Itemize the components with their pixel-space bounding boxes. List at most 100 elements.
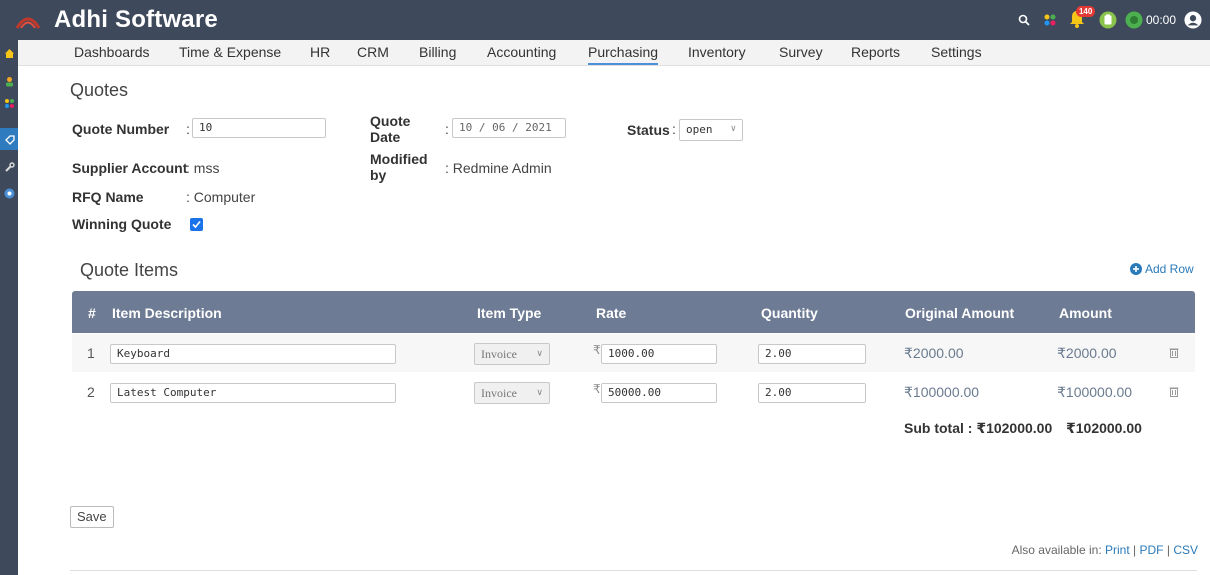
- rupee-icon: ₹: [593, 382, 601, 396]
- notification-badge: 140: [1075, 6, 1096, 17]
- csv-link[interactable]: CSV: [1173, 543, 1198, 557]
- page-title: Quotes: [70, 80, 129, 100]
- add-row-button[interactable]: Add Row: [1130, 262, 1194, 276]
- col-original-amount: Original Amount: [905, 305, 1015, 321]
- check-icon: [192, 220, 201, 229]
- rfq-name-label: RFQ Name: [72, 189, 144, 205]
- nav-hr[interactable]: HR: [310, 44, 330, 60]
- quote-date-input[interactable]: 10 / 06 / 2021: [452, 118, 566, 138]
- nav-crm[interactable]: CRM: [357, 44, 389, 60]
- table-row: 2 Latest Computer Invoice ∨ ₹ 50000.00 2…: [72, 373, 1195, 411]
- item-description-input[interactable]: Latest Computer: [110, 383, 396, 403]
- chevron-down-icon: ∨: [536, 348, 543, 358]
- amount: ₹2000.00: [1057, 345, 1117, 361]
- apps-icon[interactable]: [1041, 11, 1059, 29]
- item-type-select[interactable]: Invoice ∨: [474, 382, 550, 404]
- help-icon: [4, 188, 14, 198]
- header-actions: 140 00:00: [1015, 6, 1202, 34]
- sidebar-item-users[interactable]: [0, 70, 18, 92]
- sidebar-item-help[interactable]: [0, 182, 18, 204]
- nav-billing[interactable]: Billing: [419, 44, 456, 60]
- status-label: Status: [627, 122, 670, 138]
- notifications-button[interactable]: 140: [1067, 6, 1096, 31]
- quantity-input[interactable]: 2.00: [758, 383, 866, 403]
- nav-reports[interactable]: Reports: [851, 44, 900, 60]
- rate-input[interactable]: 50000.00: [601, 383, 717, 403]
- chevron-down-icon: ∨: [536, 387, 543, 397]
- item-type-select[interactable]: Invoice ∨: [474, 343, 550, 365]
- sidebar-item-home[interactable]: [0, 42, 18, 64]
- app-title: Adhi Software: [54, 6, 218, 33]
- modified-by-value: : Redmine Admin: [445, 160, 552, 176]
- quantity-input[interactable]: 2.00: [758, 344, 866, 364]
- quote-date-colon: :: [445, 121, 449, 137]
- nav-inventory[interactable]: Inventory: [688, 44, 746, 60]
- main-nav: Dashboards Time & Expense HR CRM Billing…: [18, 40, 1210, 66]
- status-colon: :: [672, 121, 676, 137]
- divider: [70, 570, 1197, 571]
- quote-number-colon: :: [186, 121, 190, 137]
- separator: |: [1166, 543, 1170, 557]
- timer-icon: [1125, 11, 1143, 29]
- timer-value: 00:00: [1145, 13, 1176, 27]
- table-row: 1 Keyboard Invoice ∨ ₹ 1000.00 2.00 ₹200…: [72, 334, 1195, 372]
- apps-icon: [4, 98, 14, 108]
- supplier-label: Supplier Account: [72, 160, 188, 176]
- chevron-down-icon: ∨: [730, 124, 736, 134]
- col-num: #: [88, 305, 96, 321]
- sidebar-item-apps[interactable]: [0, 92, 18, 114]
- original-amount: ₹100000.00: [904, 384, 980, 400]
- trash-icon[interactable]: [1169, 385, 1179, 400]
- original-amount: ₹2000.00: [904, 345, 964, 361]
- top-header: Adhi Software 140 00:00: [0, 0, 1210, 40]
- item-description-input[interactable]: Keyboard: [110, 344, 396, 364]
- search-icon[interactable]: [1015, 11, 1033, 29]
- nav-settings[interactable]: Settings: [931, 44, 982, 60]
- sidebar-item-purchasing[interactable]: [0, 128, 18, 150]
- row-number: 2: [87, 384, 95, 400]
- clipboard-icon[interactable]: [1099, 11, 1117, 29]
- quote-items-title: Quote Items: [80, 260, 179, 280]
- quote-date-label: Quote Date: [370, 113, 411, 145]
- user-icon: [5, 76, 13, 86]
- rate-input[interactable]: 1000.00: [601, 344, 717, 364]
- user-avatar-icon[interactable]: [1184, 11, 1202, 29]
- subtotal-label: Sub total : ₹102000.00: [904, 420, 1053, 436]
- also-available-label: Also available in:: [1011, 543, 1102, 557]
- quote-number-label: Quote Number: [72, 121, 170, 137]
- subtotal-amount: ₹102000.00: [1066, 420, 1142, 436]
- pdf-link[interactable]: PDF: [1140, 543, 1164, 557]
- nav-purchasing[interactable]: Purchasing: [588, 44, 659, 65]
- print-link[interactable]: Print: [1105, 543, 1130, 557]
- trash-icon[interactable]: [1169, 346, 1179, 361]
- winning-quote-checkbox[interactable]: [190, 218, 203, 231]
- col-item-type: Item Type: [477, 305, 542, 321]
- wrench-icon: [4, 161, 15, 172]
- col-amount: Amount: [1059, 305, 1112, 321]
- save-button[interactable]: Save: [70, 506, 114, 528]
- separator: |: [1133, 543, 1137, 557]
- items-table-header: # Item Description Item Type Rate Quanti…: [72, 291, 1195, 333]
- col-quantity: Quantity: [761, 305, 818, 321]
- item-type-value: Invoice: [481, 347, 517, 361]
- timer-widget[interactable]: 00:00: [1125, 11, 1176, 29]
- rfq-name-value: : Computer: [186, 189, 256, 205]
- quote-number-input[interactable]: 10: [192, 118, 326, 138]
- winning-quote-label: Winning Quote: [72, 216, 172, 232]
- amount: ₹100000.00: [1057, 384, 1133, 400]
- export-links: Also available in: Print | PDF | CSV: [1012, 543, 1198, 557]
- nav-accounting[interactable]: Accounting: [487, 44, 556, 60]
- nav-dashboards[interactable]: Dashboards: [74, 44, 150, 60]
- nav-time-expense[interactable]: Time & Expense: [179, 44, 281, 60]
- status-select[interactable]: open ∨: [679, 119, 743, 141]
- plus-circle-icon: [1130, 263, 1142, 275]
- supplier-value: : mss: [186, 160, 220, 176]
- home-icon: [4, 48, 14, 58]
- modified-by-label: Modified by: [370, 151, 428, 183]
- item-type-value: Invoice: [481, 386, 517, 400]
- add-row-label: Add Row: [1145, 262, 1194, 276]
- nav-survey[interactable]: Survey: [779, 44, 823, 60]
- col-rate: Rate: [596, 305, 627, 321]
- rupee-icon: ₹: [593, 343, 601, 357]
- sidebar-item-tools[interactable]: [0, 156, 18, 178]
